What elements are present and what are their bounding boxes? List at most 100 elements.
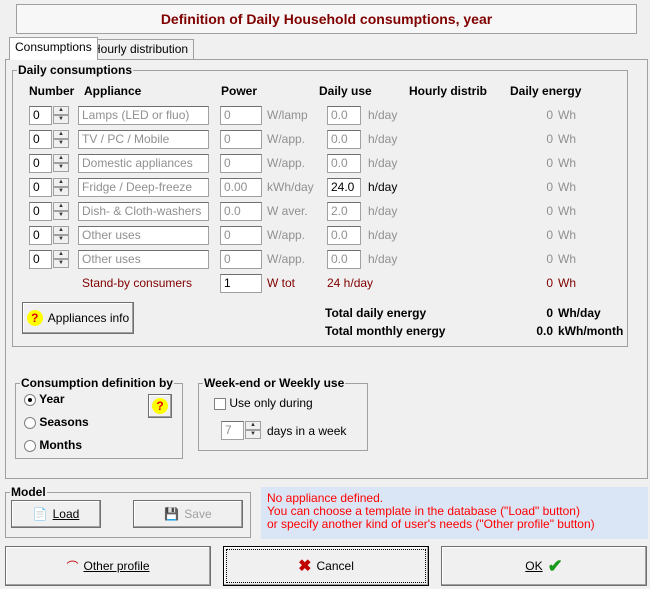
load-button[interactable]: 📄 Load xyxy=(11,500,101,528)
daily-use-input[interactable]: 0.0 xyxy=(327,226,361,245)
number-spinner[interactable]: ▲ ▼ xyxy=(53,154,69,173)
use-only-during-checkbox[interactable]: Use only during xyxy=(214,396,313,410)
appliance-input[interactable]: Dish- & Cloth-washers xyxy=(78,202,209,221)
number-spinner[interactable]: ▲ ▼ xyxy=(53,226,69,245)
radio-months[interactable]: Months xyxy=(24,438,82,452)
daily-use-input[interactable]: 0.0 xyxy=(327,130,361,149)
appliance-input[interactable]: Domestic appliances xyxy=(78,154,209,173)
number-input[interactable]: 0 xyxy=(29,154,52,173)
help-icon: ? xyxy=(26,310,43,326)
header-number: Number xyxy=(29,84,75,98)
number-input[interactable]: 0 xyxy=(29,106,52,125)
power-unit: W/app. xyxy=(267,156,306,170)
profile-chart-icon: ⌒ xyxy=(66,559,79,574)
radio-year[interactable]: Year xyxy=(24,392,64,406)
appliances-info-label: Appliances info xyxy=(47,311,130,325)
number-spinner[interactable]: ▲ ▼ xyxy=(53,106,69,125)
daily-energy-unit: Wh xyxy=(558,228,576,242)
header-daily-energy: Daily energy xyxy=(510,84,582,98)
power-input[interactable]: 0 xyxy=(220,106,262,125)
daily-use-unit: h/day xyxy=(368,204,398,218)
appliance-input[interactable]: Fridge / Deep-freeze xyxy=(78,178,209,197)
cancel-button[interactable]: ✖ Cancel xyxy=(223,546,429,586)
daily-energy-value: 0 xyxy=(546,252,553,266)
help-icon: ? xyxy=(152,398,168,414)
power-unit: W/app. xyxy=(267,228,306,242)
number-spinner[interactable]: ▲ ▼ xyxy=(53,130,69,149)
radio-seasons[interactable]: Seasons xyxy=(24,415,89,429)
daily-energy-value: 0 xyxy=(546,180,553,194)
ok-button[interactable]: OK ✔ xyxy=(441,546,647,586)
daily-use-unit: h/day xyxy=(368,252,398,266)
days-spinner[interactable]: ▲ ▼ xyxy=(245,421,261,440)
daily-consumptions-legend: Daily consumptions xyxy=(18,63,133,77)
power-unit: W/app. xyxy=(267,132,306,146)
appliance-input[interactable]: Other uses xyxy=(78,250,209,269)
standby-energy-unit: Wh xyxy=(558,276,576,290)
daily-use-input[interactable]: 2.0 xyxy=(327,202,361,221)
daily-energy-unit: Wh xyxy=(558,252,576,266)
power-unit: kWh/day xyxy=(267,180,314,194)
power-input[interactable]: 0 xyxy=(220,226,262,245)
tab-consumptions[interactable]: Consumptions xyxy=(9,37,98,60)
total-monthly-label: Total monthly energy xyxy=(325,324,446,338)
daily-energy-value: 0 xyxy=(546,204,553,218)
power-input[interactable]: 0 xyxy=(220,154,262,173)
days-input[interactable]: 7 xyxy=(221,421,244,440)
power-input[interactable]: 0 xyxy=(220,250,262,269)
power-unit: W aver. xyxy=(267,204,308,218)
total-daily-value: 0 xyxy=(546,306,553,320)
header-appliance: Appliance xyxy=(84,84,142,98)
appliance-input[interactable]: Lamps (LED or fluo) xyxy=(78,106,209,125)
daily-use-unit: h/day xyxy=(368,132,398,146)
tab-hourly-distribution[interactable]: Hourly distribution xyxy=(86,39,195,59)
power-input[interactable]: 0.00 xyxy=(220,178,262,197)
power-unit: W/app. xyxy=(267,252,306,266)
power-input[interactable]: 0.0 xyxy=(220,202,262,221)
model-legend: Model xyxy=(11,485,46,499)
daily-use-unit: h/day xyxy=(368,108,398,122)
days-label: days in a week xyxy=(267,424,347,438)
number-input[interactable]: 0 xyxy=(29,202,52,221)
number-input[interactable]: 0 xyxy=(29,130,52,149)
number-input[interactable]: 0 xyxy=(29,250,52,269)
header-daily-use: Daily use xyxy=(319,84,372,98)
number-input[interactable]: 0 xyxy=(29,226,52,245)
daily-use-input[interactable]: 0.0 xyxy=(327,250,361,269)
standby-energy: 0 xyxy=(546,276,553,290)
header-hourly-distrib: Hourly distrib xyxy=(409,84,488,98)
checkmark-icon: ✔ xyxy=(547,555,563,576)
daily-use-input[interactable]: 24.0 xyxy=(327,178,361,197)
daily-energy-value: 0 xyxy=(546,132,553,146)
daily-energy-unit: Wh xyxy=(558,204,576,218)
save-button[interactable]: 💾 Save xyxy=(133,500,243,528)
total-daily-unit: Wh/day xyxy=(558,306,601,320)
daily-use-unit: h/day xyxy=(368,180,398,194)
number-input[interactable]: 0 xyxy=(29,178,52,197)
total-daily-label: Total daily energy xyxy=(325,306,427,320)
power-input[interactable]: 0 xyxy=(220,130,262,149)
number-spinner[interactable]: ▲ ▼ xyxy=(53,250,69,269)
appliances-info-button[interactable]: ? Appliances info xyxy=(22,302,134,334)
radio-icon xyxy=(24,439,36,452)
standby-power-input[interactable]: 1 xyxy=(220,274,262,293)
save-icon: 💾 xyxy=(164,507,180,521)
power-unit: W/lamp xyxy=(267,108,308,122)
appliance-input[interactable]: Other uses xyxy=(78,226,209,245)
daily-use-input[interactable]: 0.0 xyxy=(327,154,361,173)
cancel-x-icon: ✖ xyxy=(298,558,312,575)
daily-use-unit: h/day xyxy=(368,156,398,170)
number-spinner[interactable]: ▲ ▼ xyxy=(53,202,69,221)
definition-help-button[interactable]: ? xyxy=(148,394,172,418)
daily-energy-unit: Wh xyxy=(558,132,576,146)
daily-energy-value: 0 xyxy=(546,228,553,242)
weekly-use-legend: Week-end or Weekly use xyxy=(204,376,345,390)
radio-icon xyxy=(24,416,36,429)
daily-use-input[interactable]: 0.0 xyxy=(327,106,361,125)
number-spinner[interactable]: ▲ ▼ xyxy=(53,178,69,197)
other-profile-button[interactable]: ⌒ Other profile xyxy=(5,546,211,586)
daily-use-unit: h/day xyxy=(368,228,398,242)
header-power: Power xyxy=(221,84,258,98)
appliance-input[interactable]: TV / PC / Mobile xyxy=(78,130,209,149)
dialog-title: Definition of Daily Household consumptio… xyxy=(16,4,637,34)
